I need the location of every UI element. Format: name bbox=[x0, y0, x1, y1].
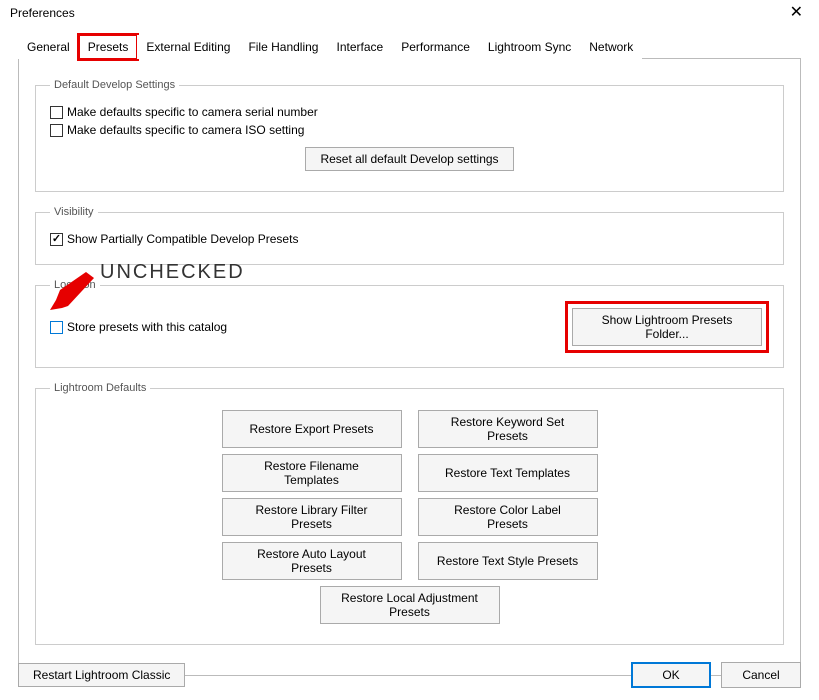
group-legend: Location bbox=[50, 279, 100, 291]
ok-button[interactable]: OK bbox=[631, 662, 711, 688]
label-serial: Make defaults specific to camera serial … bbox=[67, 105, 318, 119]
tab-external-editing[interactable]: External Editing bbox=[137, 35, 239, 59]
checkbox-store-with-catalog[interactable] bbox=[50, 321, 63, 334]
restore-library-filter-presets-button[interactable]: Restore Library Filter Presets bbox=[222, 498, 402, 536]
group-default-develop: Default Develop Settings Make defaults s… bbox=[35, 79, 784, 192]
highlight-show-folder: Show Lightroom Presets Folder... bbox=[565, 301, 769, 353]
restore-color-label-presets-button[interactable]: Restore Color Label Presets bbox=[418, 498, 598, 536]
group-visibility: Visibility Show Partially Compatible Dev… bbox=[35, 206, 784, 265]
tab-panel: Default Develop Settings Make defaults s… bbox=[18, 59, 801, 676]
restore-text-templates-button[interactable]: Restore Text Templates bbox=[418, 454, 598, 492]
restore-filename-templates-button[interactable]: Restore Filename Templates bbox=[222, 454, 402, 492]
group-legend: Lightroom Defaults bbox=[50, 382, 150, 394]
content-area: General Presets External Editing File Ha… bbox=[0, 34, 819, 676]
tab-network[interactable]: Network bbox=[580, 35, 642, 59]
tab-general[interactable]: General bbox=[18, 35, 79, 59]
reset-develop-button[interactable]: Reset all default Develop settings bbox=[305, 147, 513, 171]
label-iso: Make defaults specific to camera ISO set… bbox=[67, 123, 304, 137]
cancel-button[interactable]: Cancel bbox=[721, 662, 801, 688]
label-partial-compat: Show Partially Compatible Develop Preset… bbox=[67, 232, 298, 246]
label-store-with-catalog: Store presets with this catalog bbox=[67, 320, 227, 334]
tab-presets[interactable]: Presets bbox=[79, 35, 138, 59]
tab-interface[interactable]: Interface bbox=[327, 35, 392, 59]
group-lightroom-defaults: Lightroom Defaults Restore Export Preset… bbox=[35, 382, 784, 645]
restore-keyword-set-presets-button[interactable]: Restore Keyword Set Presets bbox=[418, 410, 598, 448]
footer-bar: Restart Lightroom Classic OK Cancel bbox=[18, 662, 801, 688]
tab-file-handling[interactable]: File Handling bbox=[239, 35, 327, 59]
checkbox-partial-compat[interactable] bbox=[50, 233, 63, 246]
restore-local-adjustment-presets-button[interactable]: Restore Local Adjustment Presets bbox=[320, 586, 500, 624]
restore-export-presets-button[interactable]: Restore Export Presets bbox=[222, 410, 402, 448]
window-title: Preferences bbox=[10, 6, 75, 20]
checkbox-iso[interactable] bbox=[50, 124, 63, 137]
group-location: Location Store presets with this catalog… bbox=[35, 279, 784, 368]
group-legend: Default Develop Settings bbox=[50, 79, 179, 91]
tab-bar: General Presets External Editing File Ha… bbox=[18, 34, 801, 59]
restart-lightroom-button[interactable]: Restart Lightroom Classic bbox=[18, 663, 185, 687]
tab-performance[interactable]: Performance bbox=[392, 35, 479, 59]
show-presets-folder-button[interactable]: Show Lightroom Presets Folder... bbox=[572, 308, 762, 346]
checkbox-serial[interactable] bbox=[50, 106, 63, 119]
tab-lightroom-sync[interactable]: Lightroom Sync bbox=[479, 35, 580, 59]
titlebar: Preferences ✕ bbox=[0, 0, 819, 26]
group-legend: Visibility bbox=[50, 206, 98, 218]
restore-text-style-presets-button[interactable]: Restore Text Style Presets bbox=[418, 542, 598, 580]
restore-auto-layout-presets-button[interactable]: Restore Auto Layout Presets bbox=[222, 542, 402, 580]
close-icon[interactable]: ✕ bbox=[784, 3, 809, 23]
